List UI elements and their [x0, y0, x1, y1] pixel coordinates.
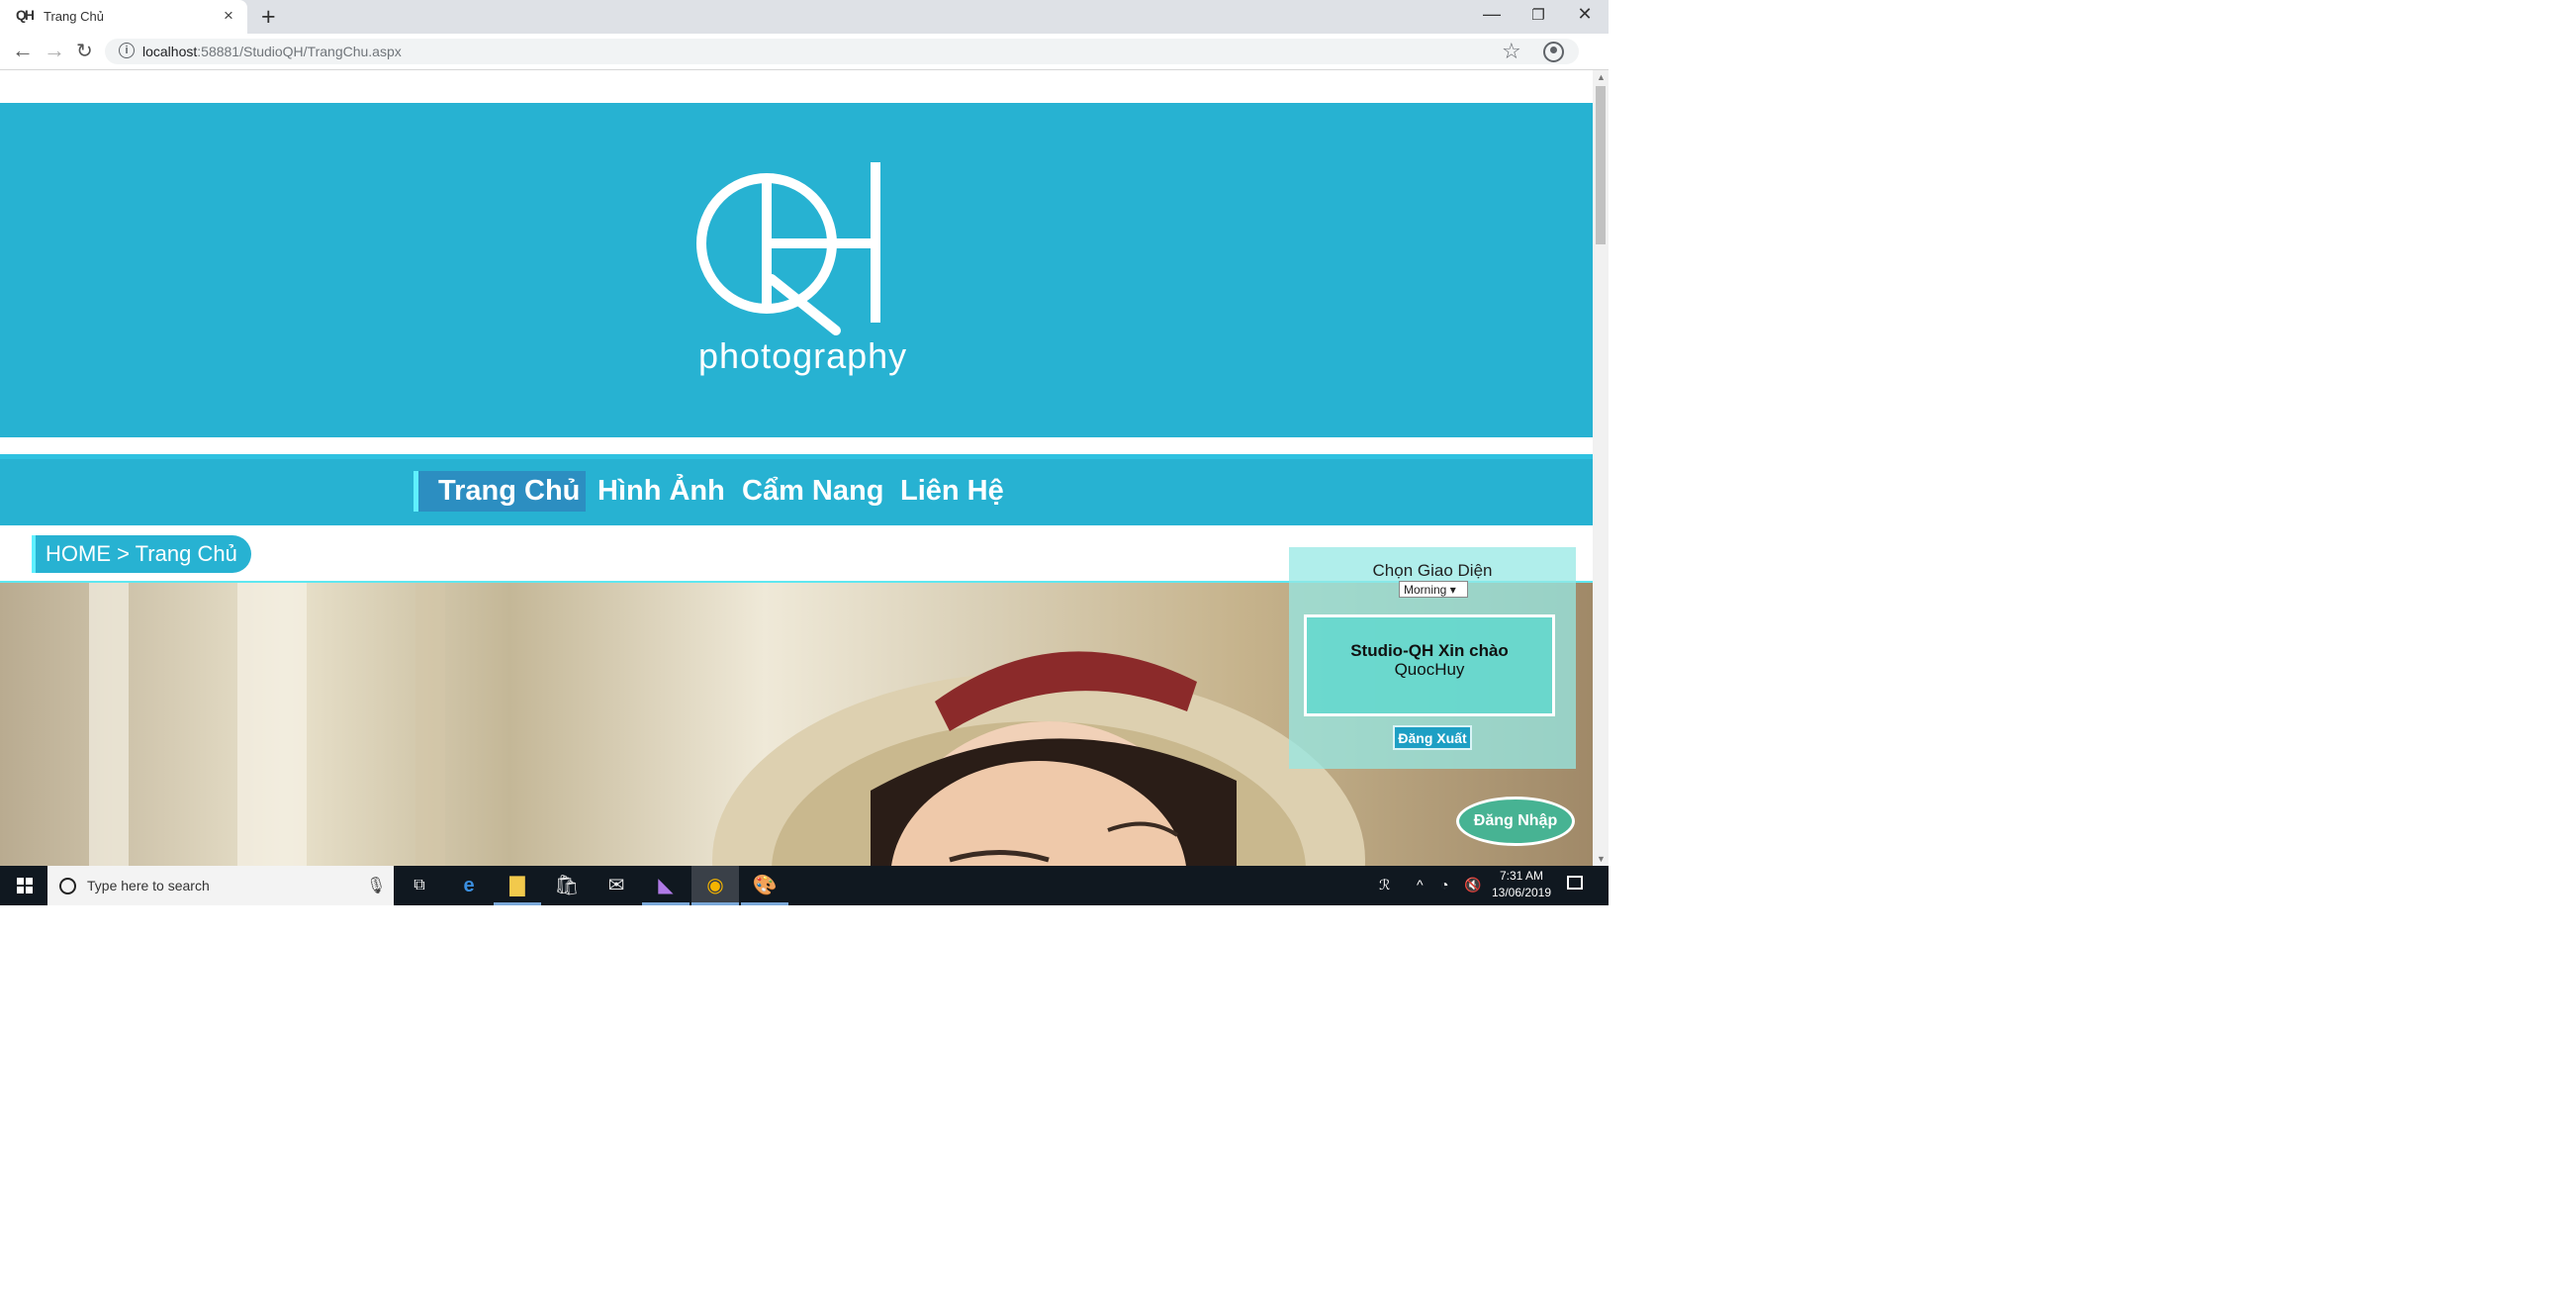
side-panel: Chọn Giao Diện Morning ▾ Studio-QH Xin c… [1289, 547, 1576, 769]
screen: QH Trang Chủ × + — ❐ ✕ ← → ↻ i localhost… [0, 0, 1609, 905]
url-path: :58881/StudioQH/TrangChu.aspx [197, 44, 402, 59]
theme-select-value: Morning [1404, 583, 1447, 597]
browser-tab[interactable]: QH Trang Chủ × [0, 0, 247, 34]
minimize-button[interactable]: — [1472, 4, 1512, 25]
restore-button[interactable]: ❐ [1518, 6, 1558, 24]
taskbar-search[interactable]: Type here to search 🎙 [47, 866, 394, 905]
user-name: QuocHuy [1394, 660, 1465, 679]
microphone-icon[interactable]: 🎙 [366, 876, 386, 895]
scroll-down-icon[interactable]: ▼ [1597, 854, 1606, 864]
taskbar: Type here to search 🎙 ⧉ e ▇ 🛍 ✉ ◣ ◉ 🎨 ℛ … [0, 866, 1609, 905]
nav-item-cam-nang[interactable]: Cẩm Nang [736, 471, 889, 512]
clock-date[interactable]: 13/06/2019 [1490, 886, 1553, 899]
paint-icon[interactable]: 🎨 [741, 866, 788, 905]
profile-icon[interactable] [1543, 42, 1564, 62]
volume-icon[interactable]: 🔇 [1464, 877, 1481, 893]
theme-select[interactable]: Morning ▾ [1399, 581, 1468, 598]
task-view-icon[interactable]: ⧉ [396, 866, 443, 905]
brand-text: photography [698, 335, 908, 376]
file-explorer-icon[interactable]: ▇ [494, 866, 541, 905]
url-host: localhost [142, 44, 198, 59]
windows-start-icon[interactable] [17, 878, 33, 893]
header-banner: photography [0, 103, 1593, 437]
network-icon[interactable]: ◔ [1440, 877, 1448, 893]
nav-item-trang-chu[interactable]: Trang Chủ [414, 471, 587, 512]
forward-icon[interactable]: → [44, 38, 65, 63]
logout-button[interactable]: Đăng Xuất [1393, 725, 1472, 750]
tab-strip: QH Trang Chủ × + — ❐ ✕ [0, 0, 1609, 34]
url-text[interactable]: localhost:58881/StudioQH/TrangChu.aspx [142, 44, 402, 59]
visual-studio-icon[interactable]: ◣ [642, 866, 690, 905]
search-placeholder: Type here to search [87, 878, 210, 893]
cortana-icon [59, 878, 76, 894]
scroll-thumb[interactable] [1596, 86, 1606, 244]
scroll-up-icon[interactable]: ▲ [1597, 72, 1606, 82]
info-icon[interactable]: i [119, 43, 135, 58]
new-tab-button[interactable]: + [261, 3, 276, 32]
reload-icon[interactable]: ↻ [76, 39, 93, 63]
back-icon[interactable]: ← [12, 38, 34, 63]
store-icon[interactable]: 🛍 [543, 866, 591, 905]
main-nav: Trang Chủ Hình Ảnh Cẩm Nang Liên Hệ [0, 459, 1593, 525]
address-bar[interactable]: i localhost:58881/StudioQH/TrangChu.aspx… [105, 39, 1579, 64]
close-window-button[interactable]: ✕ [1565, 4, 1605, 25]
nav-item-lien-he[interactable]: Liên Hệ [894, 471, 1010, 512]
edge-icon[interactable]: e [445, 866, 493, 905]
clock-time[interactable]: 7:31 AM [1496, 869, 1547, 883]
browser-toolbar: ← → ↻ i localhost:58881/StudioQH/TrangCh… [0, 34, 1609, 70]
tray-chevron-icon[interactable]: ^ [1417, 877, 1424, 893]
tab-title: Trang Chủ [44, 9, 104, 24]
scrollbar[interactable]: ▲ ▼ [1593, 70, 1609, 866]
bookmark-star-icon[interactable]: ☆ [1502, 39, 1521, 64]
mail-icon[interactable]: ✉ [593, 866, 640, 905]
login-button[interactable]: Đăng Nhập [1456, 797, 1575, 846]
people-icon[interactable]: ℛ [1379, 877, 1390, 893]
page-viewport: photography Trang Chủ Hình Ảnh Cẩm Nang … [0, 70, 1593, 866]
qh-logo-icon [696, 162, 880, 335]
nav-item-hinh-anh[interactable]: Hình Ảnh [592, 471, 731, 512]
tab-close-icon[interactable]: × [224, 6, 233, 26]
theme-label: Chọn Giao Diện [1372, 561, 1493, 580]
breadcrumb: HOME > Trang Chủ [32, 535, 251, 573]
welcome-text: Studio-QH Xin chào [1350, 641, 1509, 660]
welcome-box: Studio-QH Xin chào QuocHuy [1304, 614, 1555, 716]
notification-icon[interactable] [1567, 876, 1583, 890]
breadcrumb-text[interactable]: HOME > Trang Chủ [46, 541, 237, 567]
favicon-icon: QH [16, 7, 35, 23]
chrome-icon[interactable]: ◉ [691, 866, 739, 905]
dropdown-arrow-icon: ▾ [1449, 583, 1456, 597]
